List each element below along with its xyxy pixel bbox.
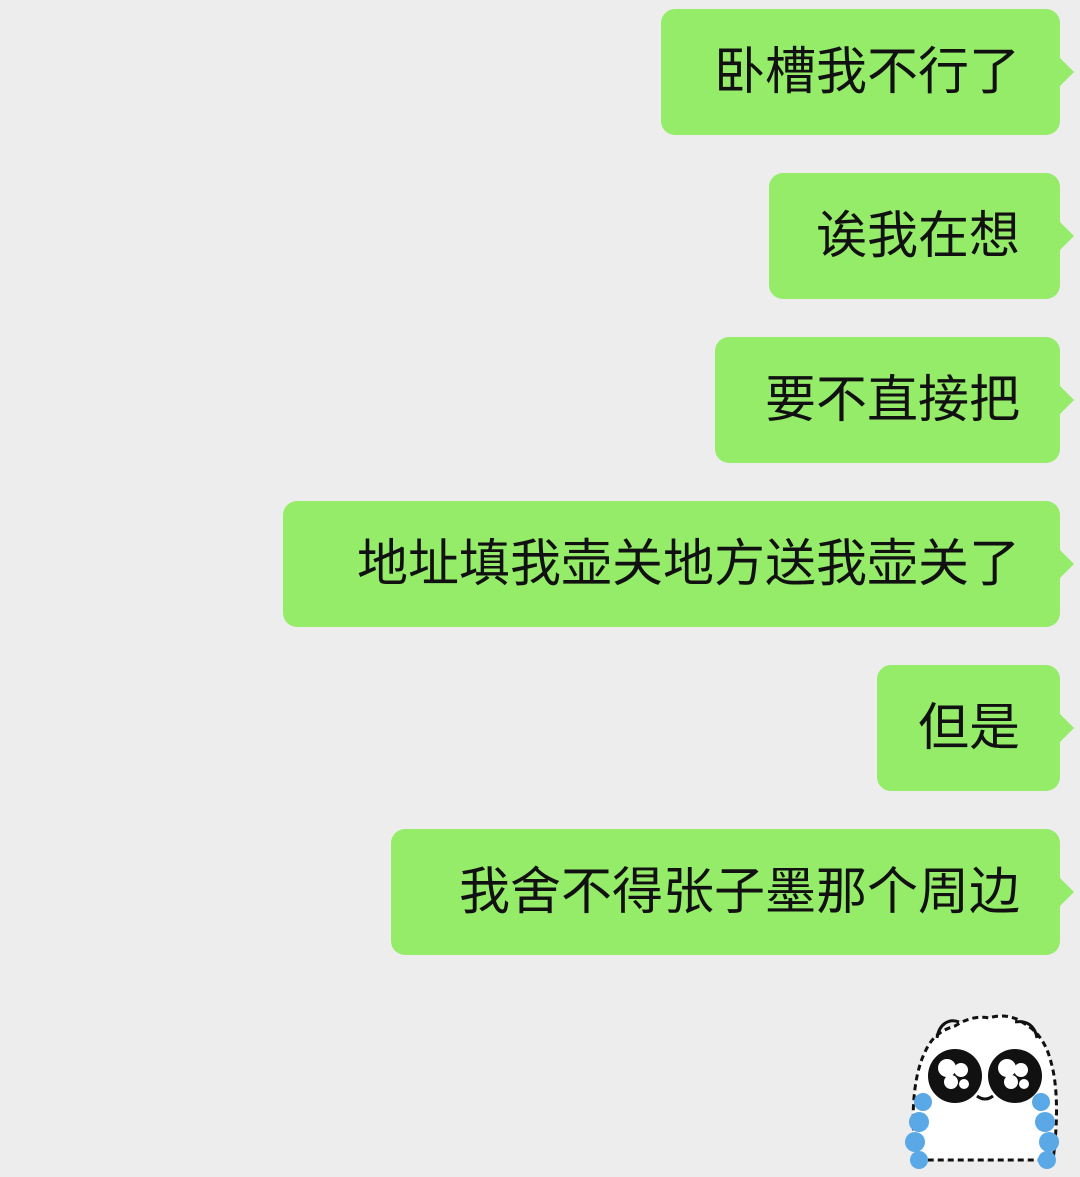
crying-cat-sticker[interactable]	[897, 1010, 1067, 1170]
message-bubble[interactable]: 诶我在想	[769, 173, 1074, 299]
message-text: 诶我在想	[815, 206, 1020, 266]
message-text: 但是	[917, 698, 1020, 758]
message-bubble[interactable]: 我舍不得张子墨那个周边	[391, 829, 1074, 955]
crying-cat-icon	[905, 1014, 1059, 1169]
message-bubble[interactable]: 地址填我壶关地方送我壶关了	[283, 501, 1074, 627]
message-bubble[interactable]: 但是	[877, 665, 1074, 791]
message-text: 卧槽我不行了	[713, 42, 1020, 102]
message-text: 我舍不得张子墨那个周边	[458, 862, 1020, 922]
chat-message-list[interactable]: 卧槽我不行了 诶我在想 要不直接把 地址填我壶关地方送我壶关了 但是 我舍不得张…	[0, 0, 1080, 1177]
message-text: 要不直接把	[764, 370, 1020, 430]
message-text: 地址填我壶关地方送我壶关了	[356, 534, 1020, 594]
message-bubble[interactable]: 要不直接把	[715, 337, 1074, 463]
message-bubble[interactable]: 卧槽我不行了	[661, 9, 1074, 135]
